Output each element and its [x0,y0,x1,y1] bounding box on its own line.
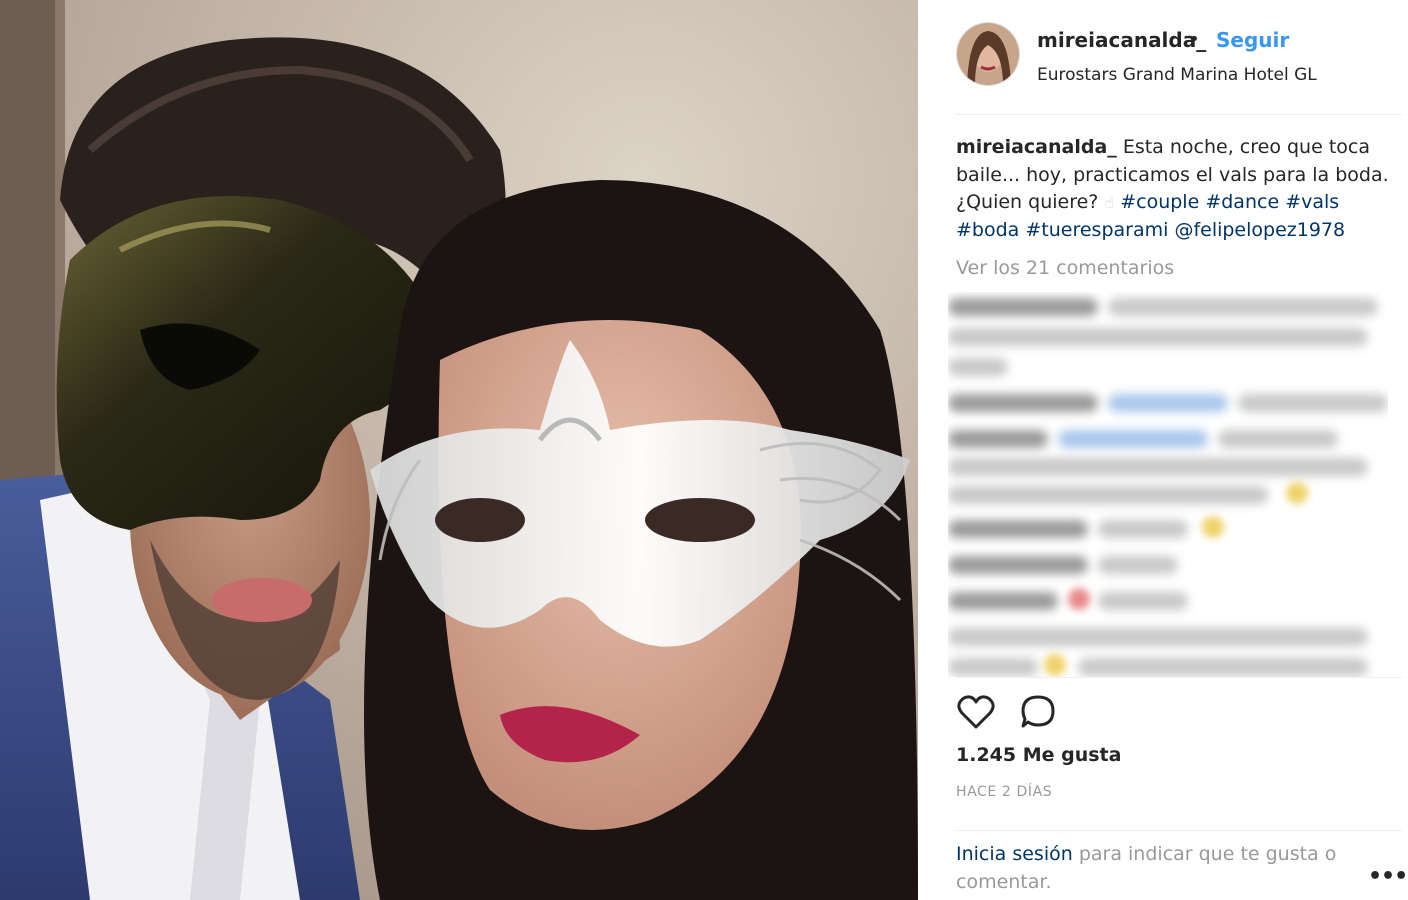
hashtag-couple[interactable]: #couple [1120,191,1199,213]
more-options-icon[interactable]: ••• [1368,864,1408,889]
login-link[interactable]: Inicia sesión [956,843,1073,865]
post-sidebar: mireiacanalda_ • Seguir Eurostars Grand … [918,0,1408,900]
hashtag-tueresparami[interactable]: #tueresparami [1025,219,1168,241]
instagram-post: mireiacanalda_ • Seguir Eurostars Grand … [0,0,1408,900]
heart-icon [957,695,995,729]
blurred-comments [948,292,1388,677]
caption-username[interactable]: mireiacanalda_ [956,136,1117,158]
post-timestamp: HACE 2 DÍAS [956,784,1053,800]
comments-divider [956,677,1402,678]
header-divider [956,114,1402,115]
like-button[interactable] [956,692,996,732]
post-username[interactable]: mireiacanalda_ [1037,28,1206,52]
post-photo[interactable] [0,0,918,900]
follow-button[interactable]: Seguir [1216,28,1289,52]
footer-divider [956,830,1402,831]
pointing-hand-emoji: ☝ [1104,193,1115,212]
comment-button[interactable] [1018,692,1058,732]
comment-bubble-icon [1021,695,1055,728]
action-bar [956,692,1058,732]
hashtag-boda[interactable]: #boda [956,219,1019,241]
hashtag-dance[interactable]: #dance [1205,191,1279,213]
login-prompt: Inicia sesión para indicar que te gusta … [956,840,1376,896]
mention-felipelopez1978[interactable]: @felipelopez1978 [1174,219,1345,241]
view-comments-link[interactable]: Ver los 21 comentarios [956,257,1174,279]
post-location[interactable]: Eurostars Grand Marina Hotel GL [1037,65,1317,85]
couple-masquerade-photo [0,0,918,900]
avatar[interactable] [956,22,1020,86]
separator-dot: • [1189,29,1200,50]
post-header: mireiacanalda_ • Seguir Eurostars Grand … [918,0,1408,114]
likes-count[interactable]: 1.245 Me gusta [956,744,1121,766]
avatar-image [957,23,1019,85]
hashtag-vals[interactable]: #vals [1285,191,1339,213]
post-caption: mireiacanalda_ Esta noche, creo que toca… [956,134,1396,244]
